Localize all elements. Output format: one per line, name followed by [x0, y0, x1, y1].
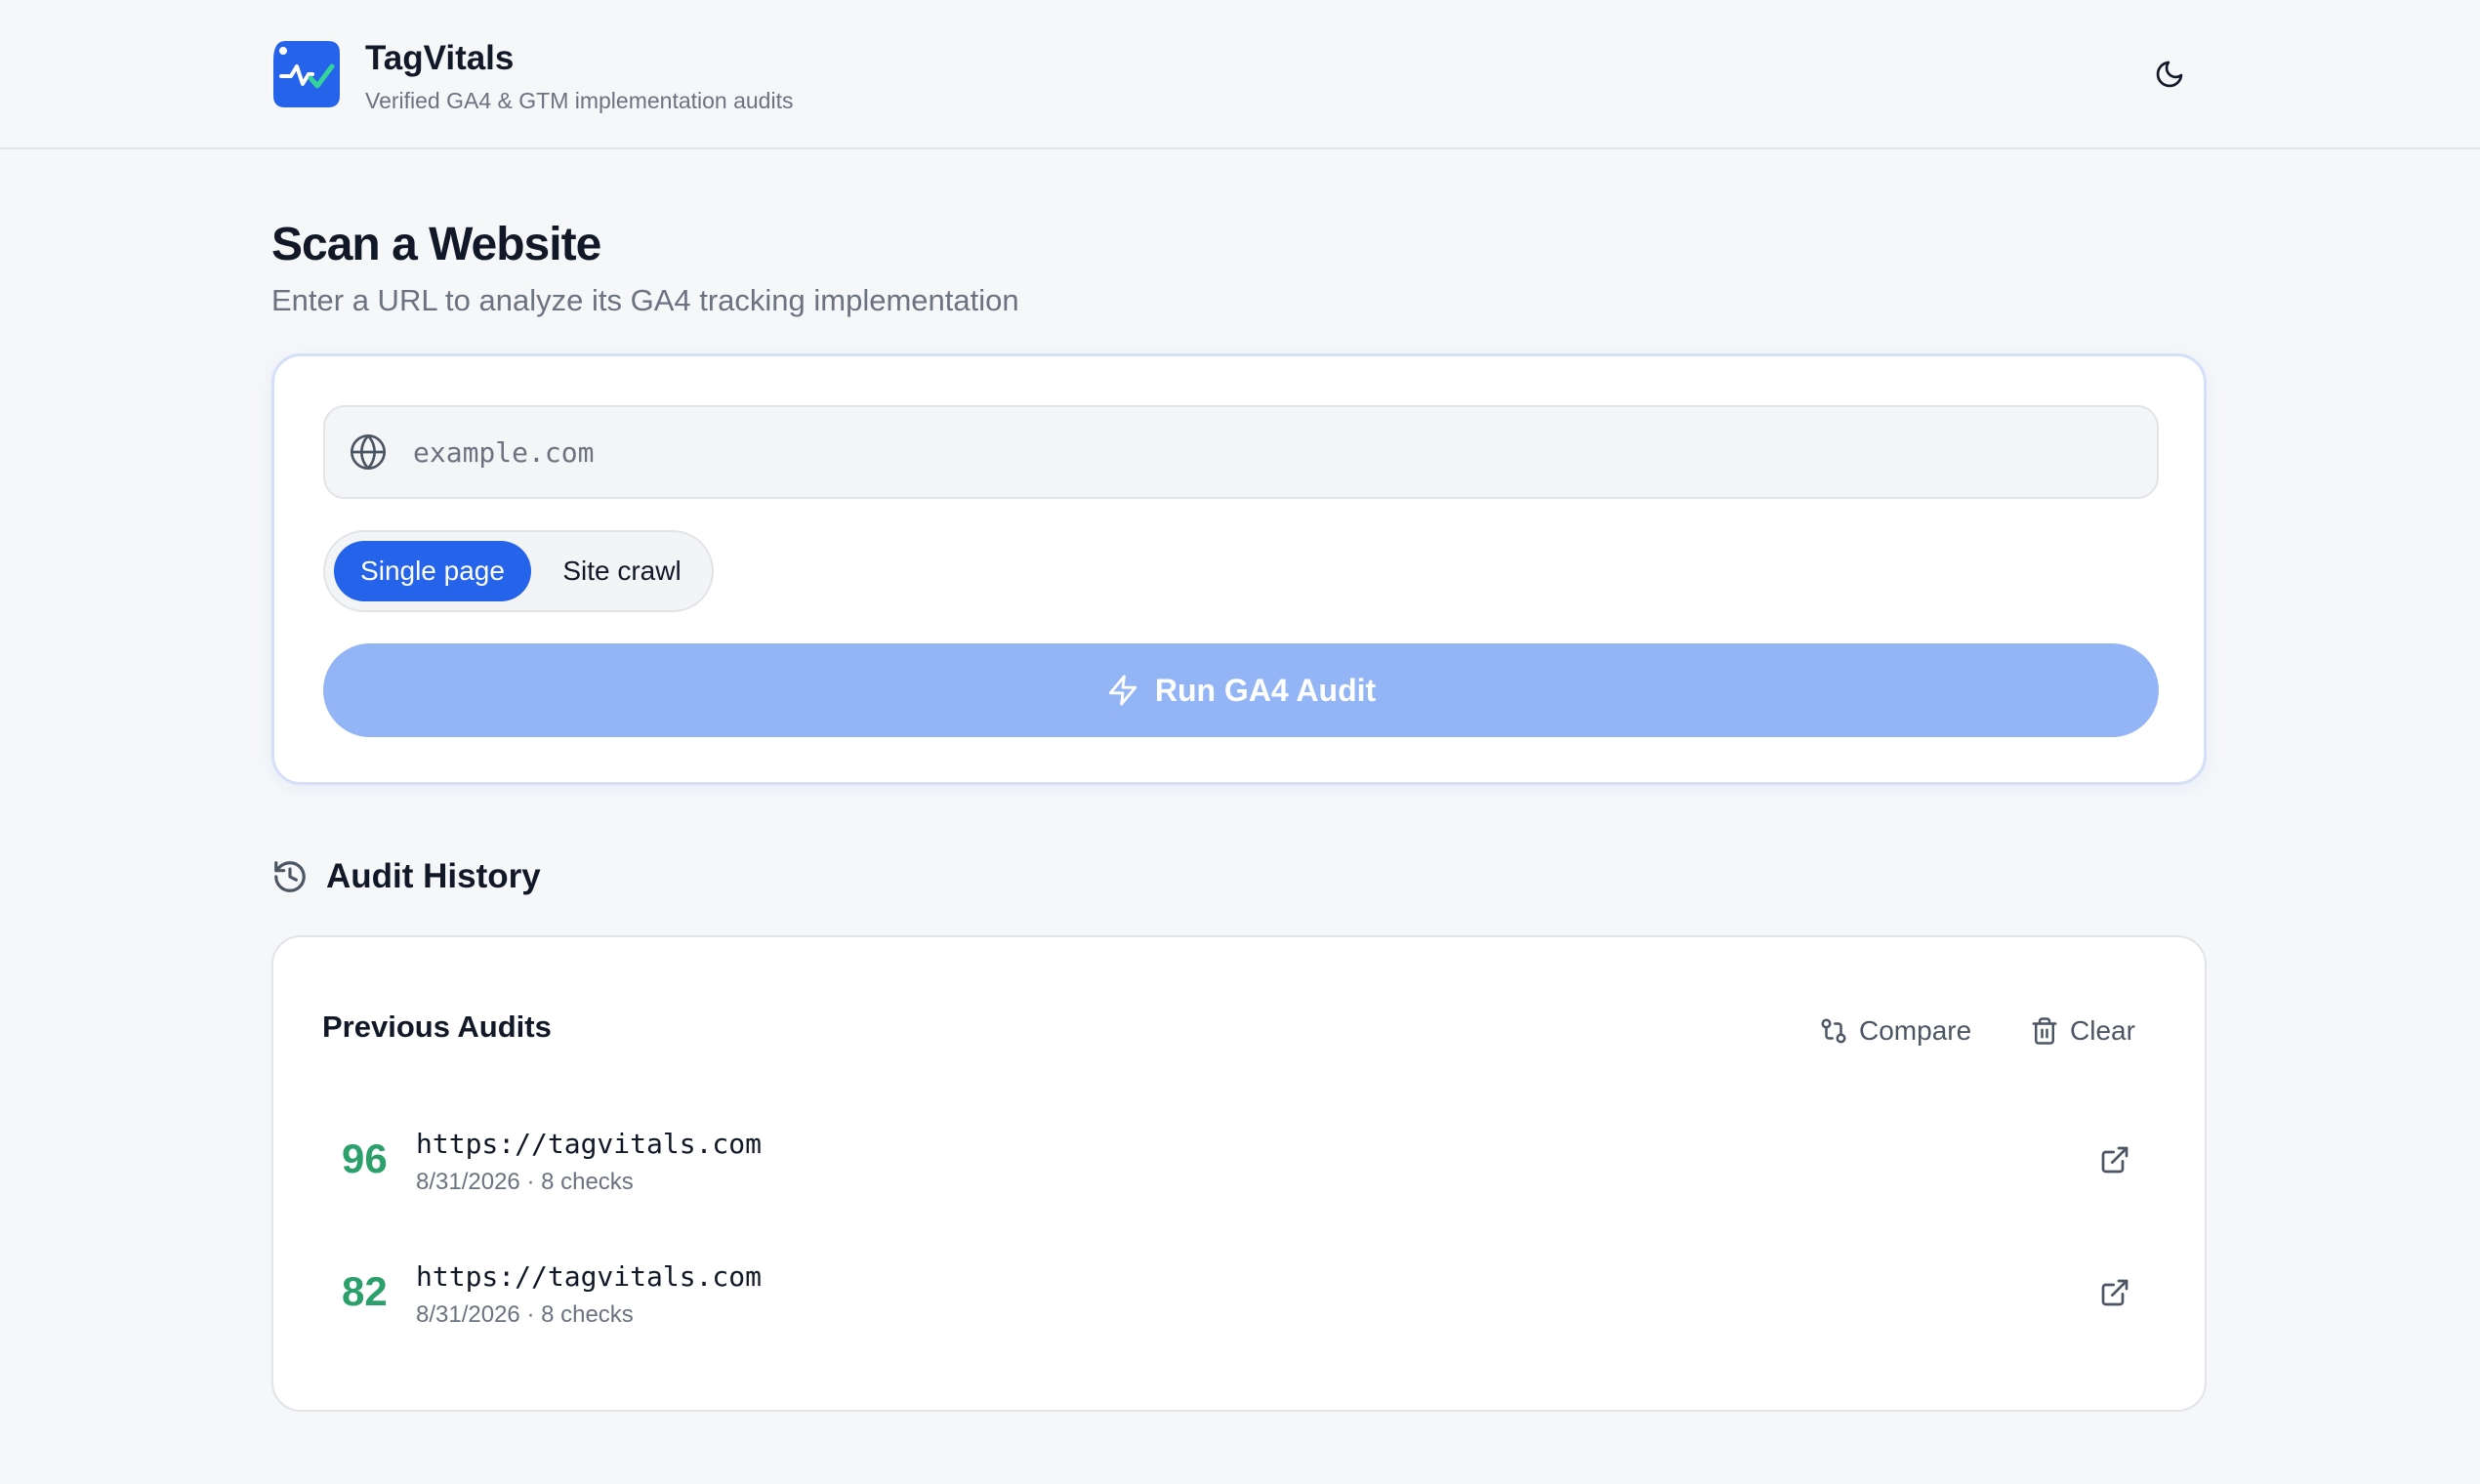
url-field — [323, 405, 2159, 499]
page-title: Scan a Website — [271, 219, 601, 270]
scan-card: Single page Site crawl Run GA4 Audit — [271, 353, 2207, 785]
tagvitals-logo-icon — [271, 39, 342, 109]
moon-icon — [2154, 59, 2185, 95]
compare-icon — [1818, 1015, 1849, 1047]
history-title: Audit History — [326, 857, 541, 895]
scan-mode-toggle: Single page Site crawl — [323, 530, 714, 612]
app-header: TagVitals Verified GA4 & GTM implementat… — [0, 0, 2480, 149]
globe-icon — [349, 433, 388, 472]
compare-button[interactable]: Compare — [1818, 1011, 1971, 1051]
audit-score: 82 — [342, 1268, 388, 1314]
compare-label: Compare — [1859, 1015, 1972, 1046]
audit-row[interactable]: 96 https://tagvitals.com 8/31/2026 · 8 c… — [320, 1113, 2156, 1207]
audit-meta: 8/31/2026 · 8 checks — [416, 1301, 634, 1328]
bolt-icon — [1106, 674, 1139, 707]
single-page-option[interactable]: Single page — [334, 541, 531, 601]
page-subtitle: Enter a URL to analyze its GA4 tracking … — [271, 283, 1019, 317]
previous-audits-title: Previous Audits — [322, 1010, 552, 1044]
audit-row[interactable]: 82 https://tagvitals.com 8/31/2026 · 8 c… — [320, 1246, 2156, 1340]
url-input[interactable] — [413, 423, 2157, 481]
audit-url: https://tagvitals.com — [416, 1128, 763, 1160]
site-crawl-option[interactable]: Site crawl — [536, 541, 708, 601]
external-link-icon[interactable] — [2097, 1142, 2132, 1177]
trash-icon — [2029, 1015, 2060, 1047]
audit-meta: 8/31/2026 · 8 checks — [416, 1169, 634, 1195]
external-link-icon[interactable] — [2097, 1275, 2132, 1310]
run-audit-button[interactable]: Run GA4 Audit — [323, 643, 2159, 737]
history-heading: Audit History — [271, 853, 541, 900]
run-audit-label: Run GA4 Audit — [1154, 672, 1377, 708]
history-icon — [271, 858, 309, 895]
clear-button[interactable]: Clear — [2029, 1011, 2135, 1051]
app-tagline: Verified GA4 & GTM implementation audits — [365, 88, 794, 113]
audit-score: 96 — [342, 1135, 388, 1181]
audit-url: https://tagvitals.com — [416, 1260, 763, 1293]
app-name: TagVitals — [365, 39, 515, 77]
clear-label: Clear — [2070, 1015, 2135, 1046]
theme-toggle-button[interactable] — [2144, 51, 2195, 102]
